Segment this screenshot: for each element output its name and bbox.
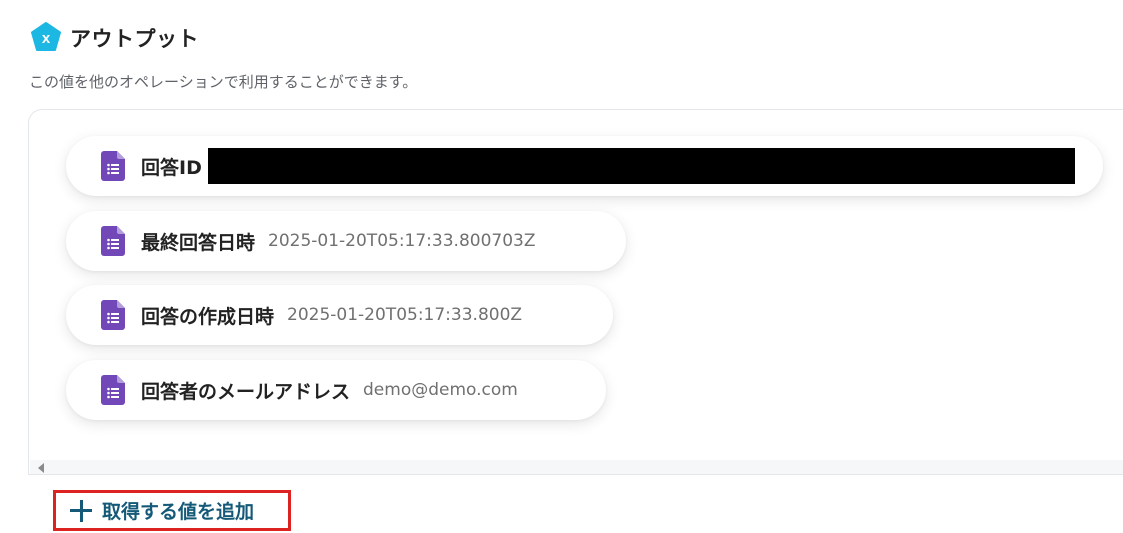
horizontal-scrollbar[interactable] <box>30 460 1123 474</box>
output-chip-created-time[interactable]: 回答の作成日時 2025-01-20T05:17:33.800Z <box>66 285 613 345</box>
google-forms-icon <box>101 300 125 330</box>
output-chip-respondent-email[interactable]: 回答者のメールアドレス demo@demo.com <box>66 360 606 420</box>
output-label: 最終回答日時 <box>141 231 256 254</box>
output-chip-response-id[interactable]: 回答ID <box>66 136 1103 196</box>
output-label: 回答の作成日時 <box>141 305 275 328</box>
plus-icon <box>70 499 92 522</box>
google-forms-icon <box>101 151 125 181</box>
scroll-left-arrow-icon[interactable] <box>38 463 44 473</box>
section-header: x アウトプット <box>30 22 199 54</box>
output-value: 2025-01-20T05:17:33.800703Z <box>268 231 536 251</box>
add-output-value-label: 取得する値を追加 <box>102 501 255 523</box>
google-forms-icon <box>101 226 125 256</box>
output-chip-last-response-time[interactable]: 最終回答日時 2025-01-20T05:17:33.800703Z <box>66 211 626 271</box>
output-section: x アウトプット この値を他のオペレーションで利用することができます。 回答ID <box>0 0 1123 533</box>
output-value: demo@demo.com <box>363 380 518 400</box>
logo-letter: x <box>42 30 51 47</box>
output-label: 回答者のメールアドレス <box>141 380 351 403</box>
section-description: この値を他のオペレーションで利用することができます。 <box>29 73 418 91</box>
output-list-panel: 回答ID 最終回答日時 2025-01-20T05:17:33.800703Z <box>28 109 1123 475</box>
section-title: アウトプット <box>70 27 199 51</box>
google-forms-icon <box>101 375 125 405</box>
add-output-value-button[interactable]: 取得する値を追加 <box>53 490 291 531</box>
redacted-value <box>207 148 1075 184</box>
output-label: 回答ID <box>141 156 202 179</box>
output-value: 2025-01-20T05:17:33.800Z <box>287 305 523 325</box>
app-logo-icon: x <box>31 22 61 51</box>
